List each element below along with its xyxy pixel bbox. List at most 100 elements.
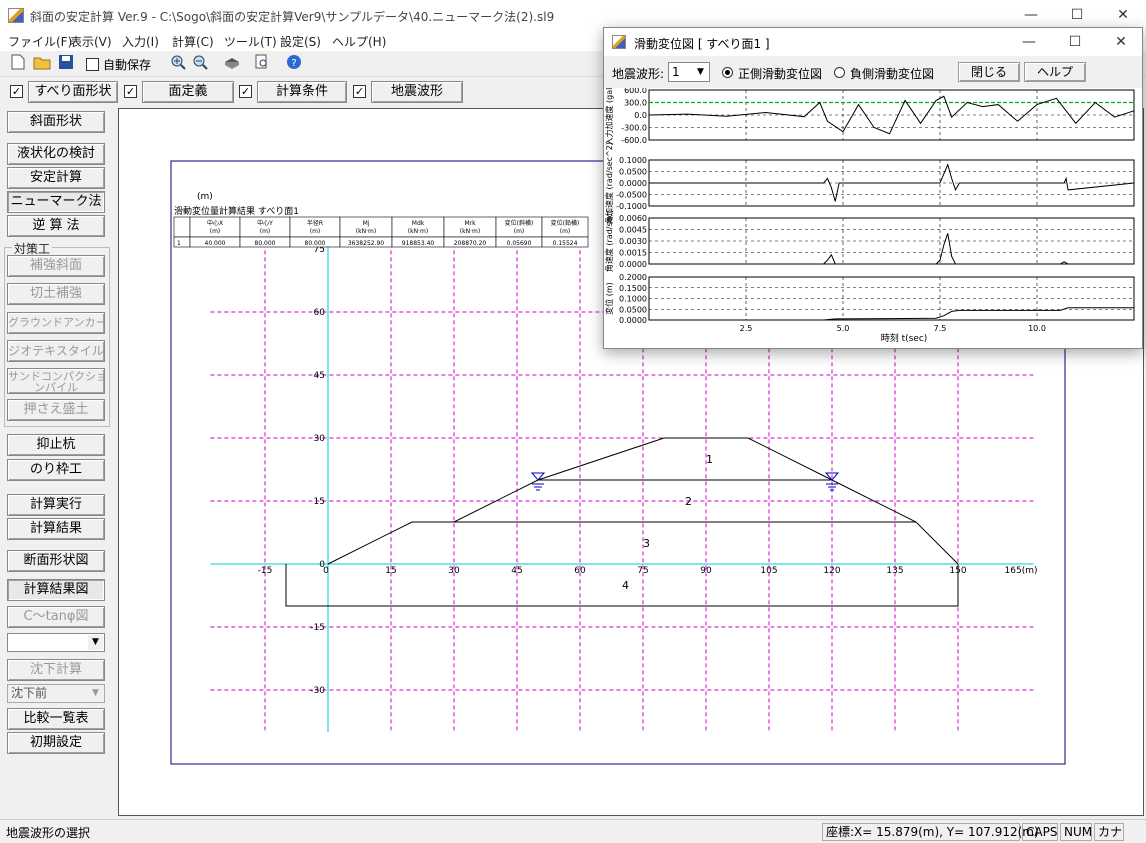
popup-minimize-button[interactable]: — bbox=[1006, 28, 1052, 56]
preview-icon[interactable] bbox=[252, 54, 272, 74]
slope-shape-button[interactable]: 斜面形状 bbox=[7, 111, 105, 133]
stabilizing-pile-button[interactable]: 抑止杭 bbox=[7, 434, 105, 456]
save-icon[interactable] bbox=[56, 54, 76, 74]
slope-frame-button[interactable]: のり枠工 bbox=[7, 459, 105, 481]
x-tick-label: 75 bbox=[637, 566, 648, 576]
table-cell-value: 80.000 bbox=[255, 240, 276, 247]
menu-file[interactable]: ファイル(F) bbox=[8, 33, 72, 50]
section-diagram-button[interactable]: 断面形状図 bbox=[7, 550, 105, 572]
popup-maximize-button[interactable]: ☐ bbox=[1052, 28, 1098, 56]
tab-check-calc-conditions[interactable]: ✓ bbox=[239, 85, 252, 98]
layer-label: 3 bbox=[643, 537, 650, 550]
table-header-text: 半径R bbox=[307, 219, 323, 227]
y-tick-label: 45 bbox=[314, 371, 325, 381]
tab-check-slip-surface[interactable]: ✓ bbox=[10, 85, 23, 98]
menu-input[interactable]: 入力(I) bbox=[122, 33, 159, 50]
chart-y-axis-label: 入力加速度 (gal) bbox=[604, 88, 614, 146]
chart-y-tick-label: 0.0000 bbox=[619, 316, 647, 325]
chart-y-axis-label: 変位 (m) bbox=[604, 282, 614, 315]
x-tick-label: 90 bbox=[700, 566, 712, 576]
popup-close-action-button[interactable]: 閉じる bbox=[958, 62, 1020, 82]
waveform-select[interactable]: 1 ▼ bbox=[668, 62, 710, 82]
popup-help-button[interactable]: ヘルプ bbox=[1024, 62, 1086, 82]
tab-check-surface-def[interactable]: ✓ bbox=[124, 85, 137, 98]
table-header-text: 変位(斜横) bbox=[505, 219, 534, 227]
c-tan-diagram-button[interactable]: C〜tanφ図 bbox=[7, 606, 105, 628]
open-folder-icon[interactable] bbox=[32, 54, 52, 74]
sand-compaction-pile-button[interactable]: サンドコンパクショ ンパイル bbox=[7, 368, 105, 394]
table-cell-value: 1 bbox=[177, 240, 181, 247]
help-icon[interactable]: ? bbox=[284, 54, 304, 74]
chart-y-axis-label: 角速度 (rad/sec) bbox=[604, 210, 614, 272]
popup-close-button[interactable]: ✕ bbox=[1098, 28, 1144, 56]
reinforce-slope-button[interactable]: 補強斜面 bbox=[7, 255, 105, 277]
y-tick-label: 0 bbox=[319, 560, 325, 570]
table-header-text: 変位(鉛横) bbox=[551, 219, 580, 227]
newmark-button[interactable]: ニューマーク法 bbox=[7, 191, 105, 213]
status-message: 地震波形の選択 bbox=[6, 826, 91, 840]
sidebar: 斜面形状 液状化の検討 安定計算 ニューマーク法 逆 算 法 対策工 補強斜面 … bbox=[0, 107, 113, 819]
radio-negative-label[interactable]: 負側滑動変位図 bbox=[850, 65, 934, 82]
radio-positive[interactable] bbox=[722, 67, 733, 78]
tab-slip-surface-shape[interactable]: すべり面形状 bbox=[28, 81, 118, 103]
table-header-unit: (m) bbox=[560, 228, 571, 235]
table-header-unit: (m) bbox=[514, 228, 525, 235]
chart-y-tick-label: 0.1000 bbox=[619, 295, 647, 304]
menu-help[interactable]: ヘルプ(H) bbox=[332, 33, 386, 50]
menu-settings[interactable]: 設定(S) bbox=[280, 33, 321, 50]
settlement-calc-button[interactable]: 沈下計算 bbox=[7, 659, 105, 681]
svg-text:?: ? bbox=[291, 58, 296, 69]
status-caps: CAPS bbox=[1022, 823, 1058, 841]
new-file-icon[interactable] bbox=[8, 54, 28, 74]
chart-x-tick-label: 10.0 bbox=[1028, 324, 1046, 333]
unit-label: (m) bbox=[197, 192, 213, 202]
table-cell-value: 0.05690 bbox=[507, 240, 532, 247]
counterweight-fill-button[interactable]: 押さえ盛土 bbox=[7, 399, 105, 421]
table-header-unit: (kN·m) bbox=[460, 228, 480, 235]
displacement-popup: 滑動変位図 [ すべり面1 ] — ☐ ✕ 地震波形: 1 ▼ 正側滑動変位図 … bbox=[603, 27, 1143, 349]
comparison-table-button[interactable]: 比較一覧表 bbox=[7, 708, 105, 730]
tab-seismic-waveform[interactable]: 地震波形 bbox=[371, 81, 463, 103]
chevron-down-icon[interactable]: ▼ bbox=[693, 64, 708, 80]
calc-result-button[interactable]: 計算結果 bbox=[7, 518, 105, 540]
menu-calc[interactable]: 計算(C) bbox=[172, 33, 214, 50]
radio-positive-label[interactable]: 正側滑動変位図 bbox=[738, 65, 822, 82]
zoom-out-icon[interactable] bbox=[190, 54, 210, 74]
table-header-text: Mdk bbox=[412, 220, 425, 227]
diagram-select[interactable]: ▼ bbox=[7, 633, 105, 652]
menu-view[interactable]: 表示(V) bbox=[70, 33, 112, 50]
chart-y-tick-label: 600.0 bbox=[624, 88, 647, 95]
ground-anchor-button[interactable]: グラウンドアンカー bbox=[7, 312, 105, 334]
tab-calc-conditions[interactable]: 計算条件 bbox=[257, 81, 347, 103]
tab-surface-definition[interactable]: 面定義 bbox=[142, 81, 234, 103]
chart-y-tick-label: 0.0000 bbox=[619, 260, 647, 269]
x-tick-label: 45 bbox=[511, 566, 522, 576]
status-coordinates: 座標:X= 15.879(m), Y= 107.912(m) bbox=[822, 823, 1039, 841]
cut-reinforce-button[interactable]: 切土補強 bbox=[7, 283, 105, 305]
geotextile-button[interactable]: ジオテキスタイル bbox=[7, 340, 105, 362]
print-icon[interactable] bbox=[222, 54, 242, 74]
autosave-checkbox[interactable] bbox=[86, 58, 99, 71]
layer-label: 4 bbox=[622, 579, 629, 592]
radio-negative[interactable] bbox=[834, 67, 845, 78]
chart-y-tick-label: 0.1500 bbox=[619, 284, 647, 293]
result-diagram-button[interactable]: 計算結果図 bbox=[7, 579, 105, 601]
table-header-text: Mrk bbox=[464, 220, 476, 227]
settlement-select[interactable]: 沈下前 ▼ bbox=[7, 684, 105, 703]
chevron-down-icon[interactable]: ▼ bbox=[88, 635, 103, 650]
initial-settings-button[interactable]: 初期設定 bbox=[7, 732, 105, 754]
zoom-in-icon[interactable] bbox=[168, 54, 188, 74]
x-tick-label: 120 bbox=[823, 566, 840, 576]
menu-tools[interactable]: ツール(T) bbox=[224, 33, 277, 50]
x-tick-label: 60 bbox=[574, 566, 586, 576]
x-tick-label: 105 bbox=[760, 566, 777, 576]
back-calc-button[interactable]: 逆 算 法 bbox=[7, 215, 105, 237]
liquefaction-button[interactable]: 液状化の検討 bbox=[7, 143, 105, 165]
chevron-down-icon[interactable]: ▼ bbox=[88, 686, 103, 701]
status-kana: カナ bbox=[1094, 823, 1124, 841]
stability-calc-button[interactable]: 安定計算 bbox=[7, 167, 105, 189]
table-cell-value: 208870.20 bbox=[454, 240, 487, 247]
run-calc-button[interactable]: 計算実行 bbox=[7, 494, 105, 516]
tab-check-seismic-wave[interactable]: ✓ bbox=[353, 85, 366, 98]
table-cell-value: 40.000 bbox=[205, 240, 226, 247]
